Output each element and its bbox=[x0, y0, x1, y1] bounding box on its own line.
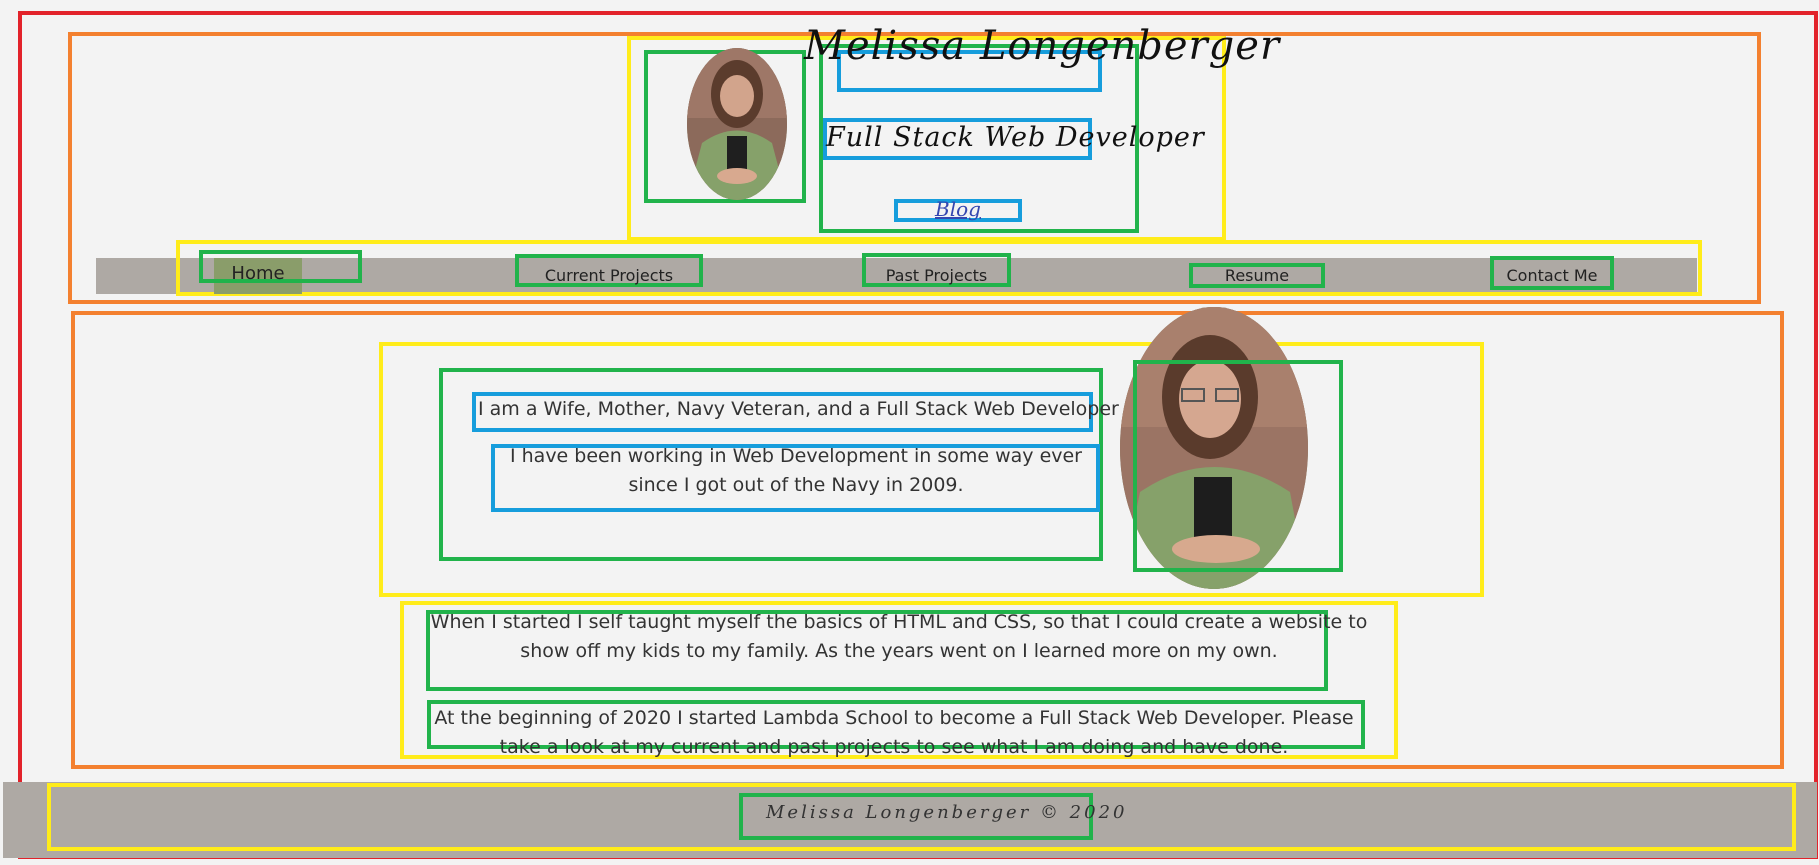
main-avatar-frame bbox=[1133, 360, 1343, 572]
nav-item-home[interactable]: Home bbox=[214, 263, 302, 284]
nav-item-current-projects[interactable]: Current Projects bbox=[515, 266, 703, 285]
site-subtitle: Full Stack Web Developer bbox=[826, 122, 1205, 153]
blog-link[interactable]: Blog bbox=[935, 197, 981, 221]
profile-photo-icon bbox=[687, 48, 787, 200]
paragraph-2: When I started I self taught myself the … bbox=[430, 611, 1368, 662]
nav-item-contact-me[interactable]: Contact Me bbox=[1490, 266, 1614, 285]
paragraph-3: At the beginning of 2020 I started Lambd… bbox=[434, 707, 1354, 758]
header-avatar bbox=[687, 48, 787, 200]
intro-text: I am a Wife, Mother, Navy Veteran, and a… bbox=[478, 398, 1119, 420]
site-title: Melissa Longenberger bbox=[804, 23, 1281, 69]
nav-item-past-projects[interactable]: Past Projects bbox=[862, 266, 1011, 285]
footer-copyright: Melissa Longenberger © 2020 bbox=[766, 802, 1128, 823]
nav-item-resume[interactable]: Resume bbox=[1189, 266, 1325, 285]
paragraph-1: I have been working in Web Development i… bbox=[509, 445, 1082, 496]
